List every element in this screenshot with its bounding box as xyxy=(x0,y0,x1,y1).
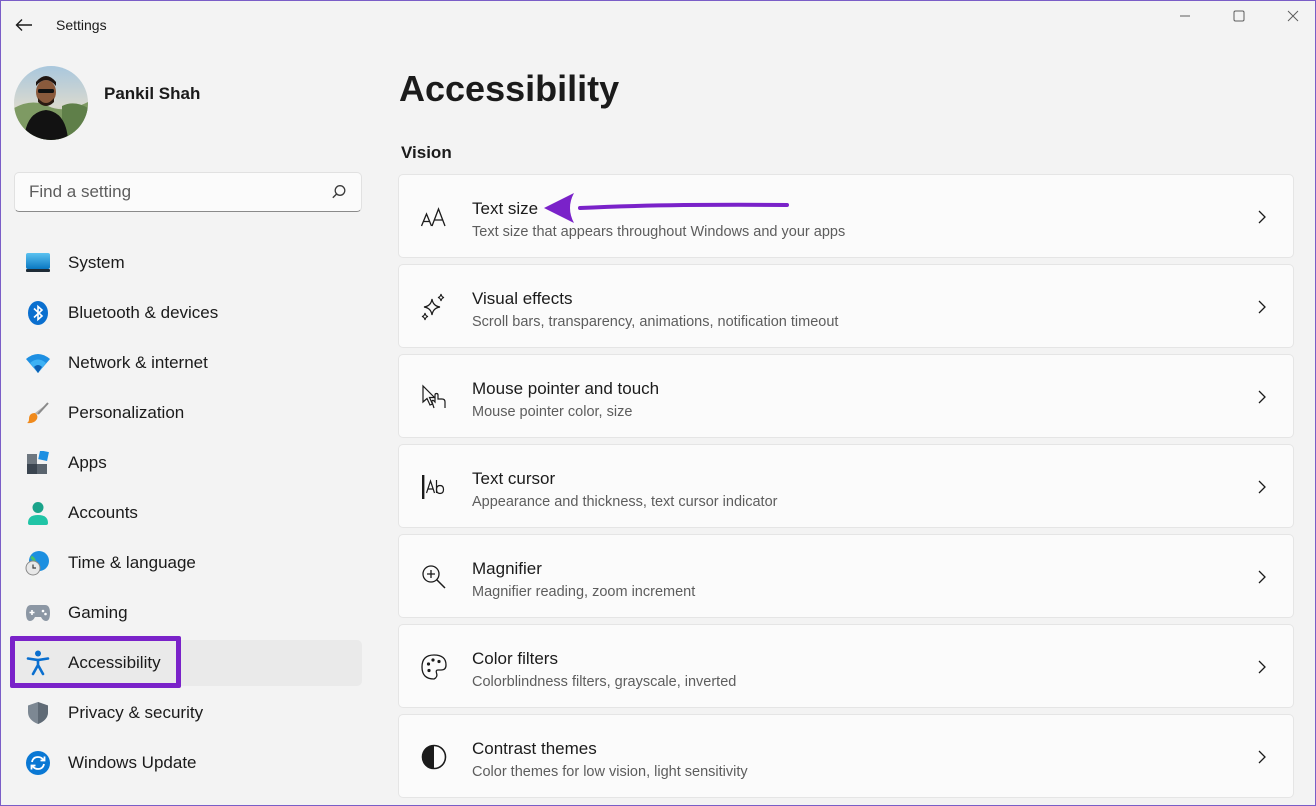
text-size-icon xyxy=(419,202,449,232)
shield-icon xyxy=(24,699,52,727)
search-input[interactable] xyxy=(29,182,331,202)
sidebar-item-time-language[interactable]: Time & language xyxy=(14,540,362,586)
card-subtitle: Mouse pointer color, size xyxy=(472,404,633,420)
setting-card-magnifier[interactable]: Magnifier Magnifier reading, zoom increm… xyxy=(398,534,1294,618)
setting-card-text-cursor[interactable]: Text cursor Appearance and thickness, te… xyxy=(398,444,1294,528)
update-icon xyxy=(24,749,52,777)
brush-icon xyxy=(24,399,52,427)
person-icon xyxy=(24,499,52,527)
pointer-touch-icon xyxy=(419,382,449,412)
card-subtitle: Scroll bars, transparency, animations, n… xyxy=(472,314,839,330)
sidebar-item-personalization[interactable]: Personalization xyxy=(14,390,362,436)
card-subtitle: Appearance and thickness, text cursor in… xyxy=(472,494,778,510)
sidebar-item-privacy-security[interactable]: Privacy & security xyxy=(14,690,362,736)
sidebar-item-label: Personalization xyxy=(68,403,185,422)
chevron-right-icon xyxy=(1258,570,1266,584)
sidebar-item-label: Apps xyxy=(68,453,107,472)
search-box[interactable] xyxy=(14,172,362,212)
magnifier-icon xyxy=(419,562,449,592)
setting-card-color-filters[interactable]: Color filters Colorblindness filters, gr… xyxy=(398,624,1294,708)
back-arrow-icon xyxy=(15,19,32,31)
setting-card-visual-effects[interactable]: Visual effects Scroll bars, transparency… xyxy=(398,264,1294,348)
card-title: Contrast themes xyxy=(472,739,597,758)
contrast-icon xyxy=(419,742,449,772)
profile-name: Pankil Shah xyxy=(104,84,201,103)
card-title: Text cursor xyxy=(472,469,556,488)
setting-card-text-size[interactable]: Text size Text size that appears through… xyxy=(398,174,1294,258)
chevron-right-icon xyxy=(1258,660,1266,674)
minimize-icon xyxy=(1180,15,1190,17)
gamepad-icon xyxy=(24,599,52,627)
sidebar-item-accounts[interactable]: Accounts xyxy=(14,490,362,536)
chevron-right-icon xyxy=(1258,480,1266,494)
card-title: Visual effects xyxy=(472,289,573,308)
palette-icon xyxy=(419,652,449,682)
chevron-right-icon xyxy=(1258,300,1266,314)
card-subtitle: Color themes for low vision, light sensi… xyxy=(472,764,748,780)
sidebar-item-apps[interactable]: Apps xyxy=(14,440,362,486)
page-title: Accessibility xyxy=(399,68,620,109)
sparkle-icon xyxy=(419,292,449,322)
back-button[interactable] xyxy=(10,10,38,40)
sidebar-item-label: Bluetooth & devices xyxy=(68,303,219,322)
sidebar-item-label: Gaming xyxy=(68,603,128,622)
app-title: Settings xyxy=(56,17,107,33)
setting-card-contrast-themes[interactable]: Contrast themes Color themes for low vis… xyxy=(398,714,1294,798)
maximize-button[interactable] xyxy=(1216,0,1262,32)
avatar[interactable] xyxy=(14,66,88,140)
sidebar-item-label: Privacy & security xyxy=(68,703,204,722)
close-button[interactable] xyxy=(1270,0,1316,32)
sidebar-item-label: Network & internet xyxy=(68,353,208,372)
sidebar-item-label: Time & language xyxy=(68,553,196,572)
card-title: Mouse pointer and touch xyxy=(472,379,660,398)
apps-icon xyxy=(24,449,52,477)
profile[interactable]: Pankil Shah xyxy=(14,66,200,140)
text-cursor-icon xyxy=(419,472,449,502)
wifi-icon xyxy=(24,349,52,377)
bluetooth-icon xyxy=(24,299,52,327)
avatar-photo xyxy=(14,66,88,140)
sidebar-nav: System Bluetooth & devices Network & int… xyxy=(14,240,362,790)
setting-card-mouse-pointer-touch[interactable]: Mouse pointer and touch Mouse pointer co… xyxy=(398,354,1294,438)
card-title: Magnifier xyxy=(472,559,542,578)
card-subtitle: Magnifier reading, zoom increment xyxy=(472,584,696,600)
close-icon xyxy=(1287,10,1299,22)
maximize-icon xyxy=(1233,10,1245,22)
accessibility-icon xyxy=(24,649,52,677)
sidebar-item-accessibility[interactable]: Accessibility xyxy=(14,640,362,686)
sidebar-item-bluetooth[interactable]: Bluetooth & devices xyxy=(14,290,362,336)
system-icon xyxy=(24,249,52,277)
search-icon[interactable] xyxy=(331,184,347,200)
sidebar-item-windows-update[interactable]: Windows Update xyxy=(14,740,362,786)
card-subtitle: Colorblindness filters, grayscale, inver… xyxy=(472,674,737,690)
sidebar-item-label: Accessibility xyxy=(68,653,161,672)
sidebar-item-gaming[interactable]: Gaming xyxy=(14,590,362,636)
sidebar-item-system[interactable]: System xyxy=(14,240,362,286)
sidebar-item-label: Windows Update xyxy=(68,753,197,772)
chevron-right-icon xyxy=(1258,750,1266,764)
chevron-right-icon xyxy=(1258,390,1266,404)
globe-clock-icon xyxy=(24,549,52,577)
minimize-button[interactable] xyxy=(1162,0,1208,32)
card-title: Text size xyxy=(472,199,539,218)
chevron-right-icon xyxy=(1258,210,1266,224)
title-bar: Settings xyxy=(0,0,1316,50)
sidebar-item-label: Accounts xyxy=(68,503,138,522)
sidebar-item-label: System xyxy=(68,253,125,272)
sidebar-item-network[interactable]: Network & internet xyxy=(14,340,362,386)
settings-list: Text size Text size that appears through… xyxy=(398,174,1294,804)
card-subtitle: Text size that appears throughout Window… xyxy=(472,224,846,240)
section-title: Vision xyxy=(401,143,452,162)
card-title: Color filters xyxy=(472,649,558,668)
